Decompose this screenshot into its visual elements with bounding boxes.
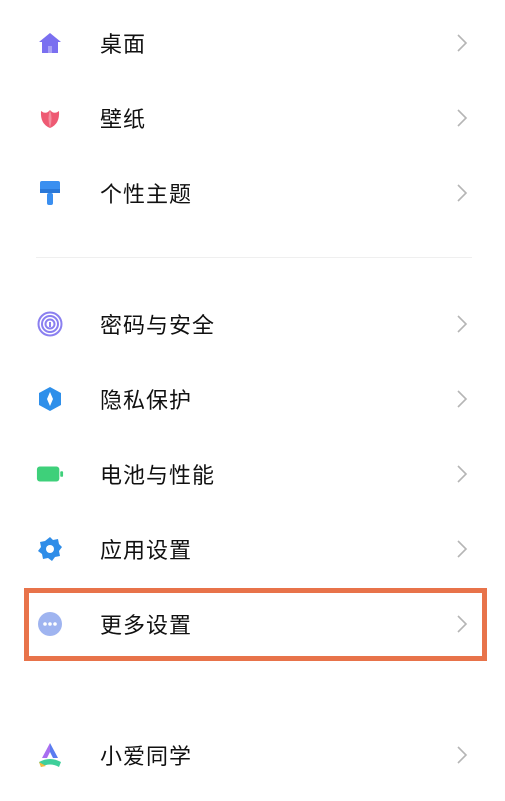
chevron-right-icon [456,108,468,128]
battery-icon [36,460,64,488]
brush-icon [36,179,64,207]
settings-item-label: 应用设置 [100,539,193,564]
settings-item-themes[interactable]: 个性主题 [0,156,505,230]
privacy-shield-icon [36,385,64,413]
highlight-box [24,588,487,661]
chevron-right-icon [456,389,468,409]
gear-icon [36,535,64,563]
chevron-right-icon [456,33,468,53]
settings-item-label: 隐私保护 [100,389,193,414]
settings-item-label: 个性主题 [100,183,193,208]
settings-item-battery[interactable]: 电池与性能 [0,437,505,511]
settings-item-app-settings[interactable]: 应用设置 [0,512,505,586]
fingerprint-icon [36,310,64,338]
settings-item-label: 桌面 [100,33,147,58]
xiaoai-icon [36,741,64,769]
settings-item-desktop[interactable]: 桌面 [0,6,505,80]
home-icon [36,29,64,57]
chevron-right-icon [456,464,468,484]
section-divider [36,257,472,258]
chevron-right-icon [456,539,468,559]
settings-item-privacy[interactable]: 隐私保护 [0,362,505,436]
tulip-icon [36,104,64,132]
settings-item-password-security[interactable]: 密码与安全 [0,287,505,361]
settings-item-wallpaper[interactable]: 壁纸 [0,81,505,155]
settings-item-label: 电池与性能 [100,464,216,489]
settings-item-xiaoai[interactable]: 小爱同学 [0,718,505,792]
chevron-right-icon [456,314,468,334]
chevron-right-icon [456,745,468,765]
settings-item-label: 小爱同学 [100,745,193,770]
settings-item-label: 密码与安全 [100,314,216,339]
chevron-right-icon [456,183,468,203]
settings-item-label: 壁纸 [100,108,147,133]
